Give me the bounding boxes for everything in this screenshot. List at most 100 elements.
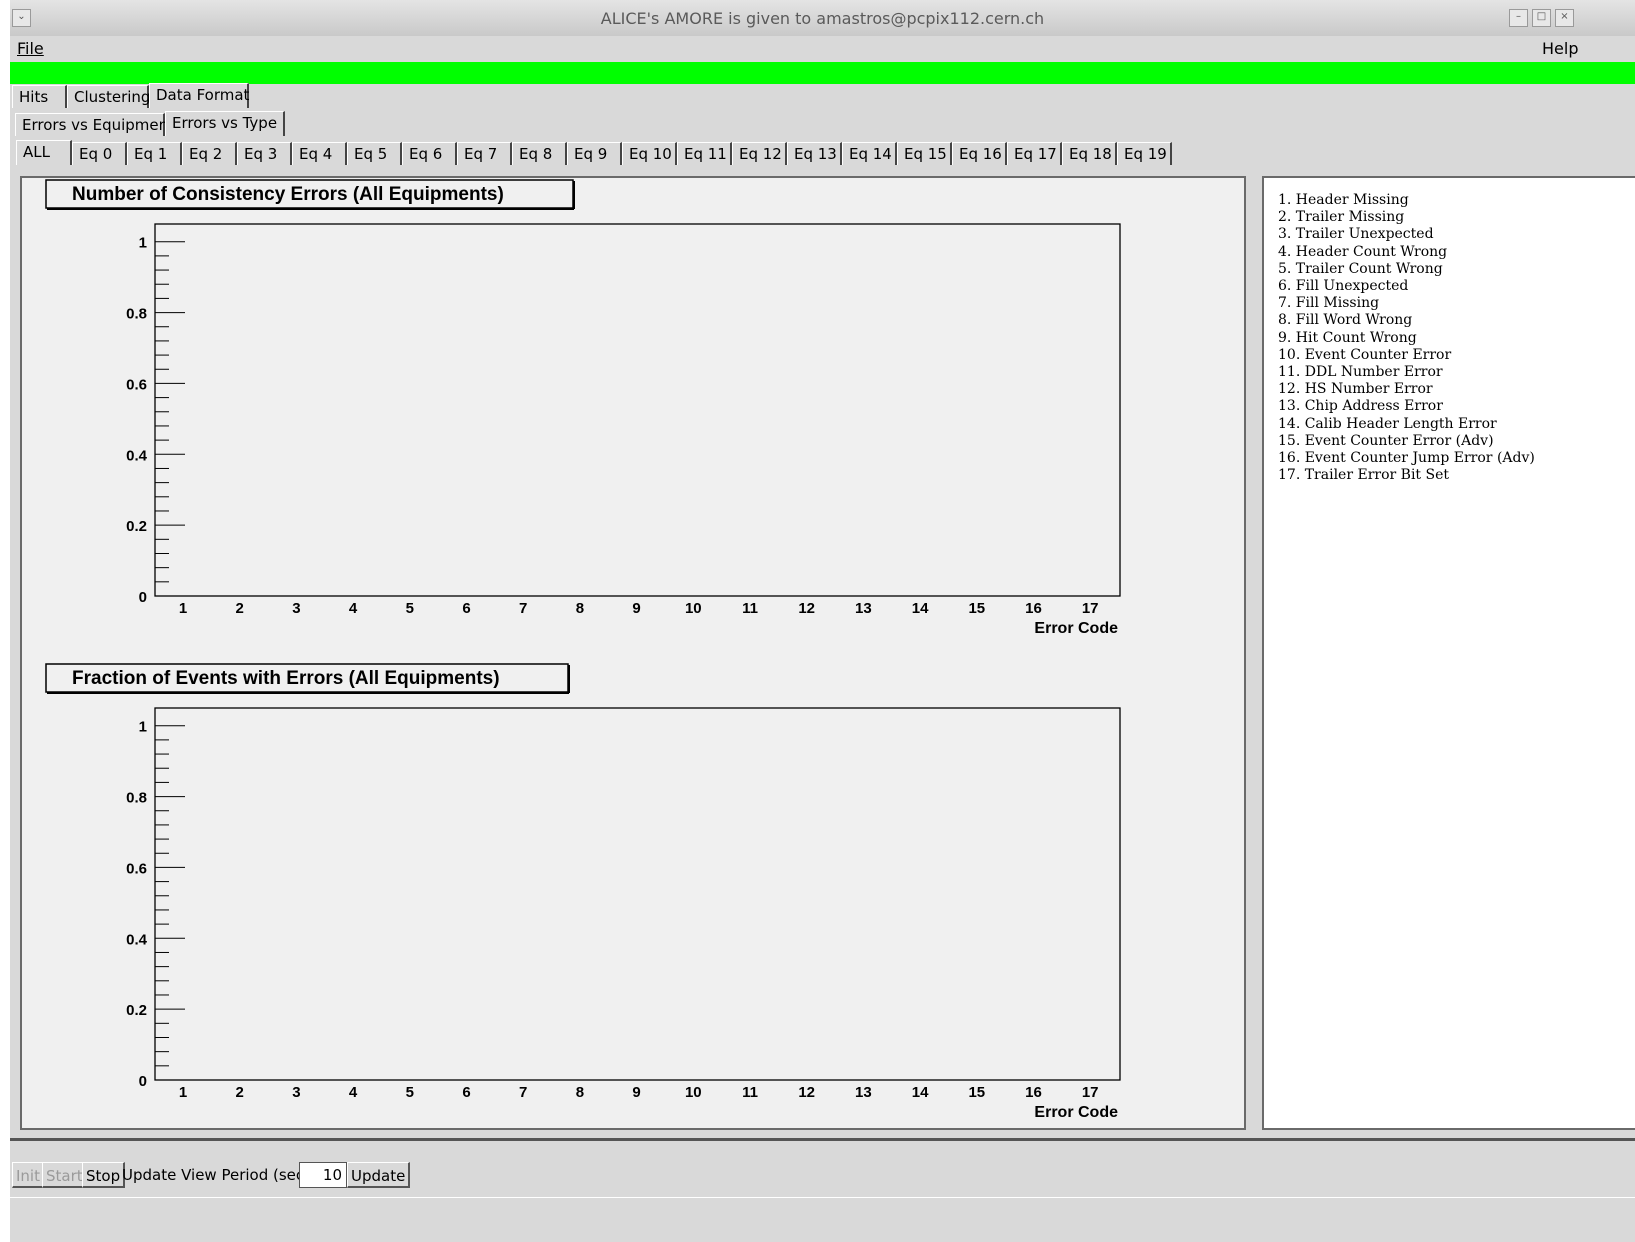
y-tick-label: 0.2 <box>126 518 147 535</box>
y-tick-label: 0.2 <box>126 1002 147 1019</box>
tab-errors-vs-type[interactable]: Errors vs Type <box>165 111 285 136</box>
y-tick-label: 1 <box>139 719 147 736</box>
y-tick-label: 0.4 <box>126 447 148 464</box>
chart-2: Fraction of Events with Errors (All Equi… <box>45 663 1121 1121</box>
x-tick-label: 2 <box>236 1084 244 1101</box>
x-tick-label: 8 <box>576 1084 584 1101</box>
tab-eq-eq-1[interactable]: Eq 1 <box>127 142 182 165</box>
tab-eq-eq-5[interactable]: Eq 5 <box>347 142 402 165</box>
window-title: ALICE's AMORE is given to amastros@pcpix… <box>600 9 1045 28</box>
x-tick-label: 9 <box>632 1084 640 1101</box>
tab-eq-eq-18[interactable]: Eq 18 <box>1062 142 1117 165</box>
x-tick-label: 11 <box>742 1084 758 1101</box>
chart-title: Number of Consistency Errors (All Equipm… <box>72 184 504 205</box>
legend-item: 5. Trailer Count Wrong <box>1278 260 1443 277</box>
tab-eq-eq-17[interactable]: Eq 17 <box>1007 142 1062 165</box>
tab-eq-eq-9[interactable]: Eq 9 <box>567 142 622 165</box>
x-tick-label: 12 <box>798 1084 815 1101</box>
legend-item: 8. Fill Word Wrong <box>1278 312 1413 329</box>
y-tick-label: 1 <box>139 235 147 252</box>
legend-item: 16. Event Counter Jump Error (Adv) <box>1278 450 1535 466</box>
x-tick-label: 13 <box>855 600 872 617</box>
x-tick-label: 6 <box>462 1084 470 1101</box>
maximize-icon[interactable]: □ <box>1532 9 1551 27</box>
legend-item: 6. Fill Unexpected <box>1278 278 1409 294</box>
menu-file[interactable]: File <box>17 39 44 58</box>
plot-frame <box>154 223 1121 597</box>
tab-eq-eq-0[interactable]: Eq 0 <box>72 142 127 165</box>
tab-eq-eq-8[interactable]: Eq 8 <box>512 142 567 165</box>
chart-1: Number of Consistency Errors (All Equipm… <box>45 179 1121 637</box>
legend-item: 4. Header Count Wrong <box>1278 243 1448 260</box>
x-tick-label: 10 <box>685 600 702 617</box>
tab-eq-eq-4[interactable]: Eq 4 <box>292 142 347 165</box>
x-tick-label: 9 <box>632 600 640 617</box>
x-tick-label: 17 <box>1082 600 1099 617</box>
x-tick-label: 4 <box>349 600 358 617</box>
legend-item: 11. DDL Number Error <box>1278 364 1443 380</box>
minimize-icon[interactable]: – <box>1509 9 1528 27</box>
menu-bar: File Help <box>10 36 1635 62</box>
x-tick-label: 14 <box>912 600 929 617</box>
x-tick-label: 14 <box>912 1084 929 1101</box>
tab-clustering[interactable]: Clustering <box>67 85 150 108</box>
update-period-input[interactable]: 10 <box>299 1162 347 1188</box>
update-button[interactable]: Update <box>347 1162 411 1188</box>
x-tick-label: 11 <box>742 600 758 617</box>
tab-eq-eq-16[interactable]: Eq 16 <box>952 142 1007 165</box>
legend-item: 10. Event Counter Error <box>1278 346 1452 363</box>
y-tick-label: 0.8 <box>126 790 147 807</box>
x-tick-label: 7 <box>519 1084 527 1101</box>
tab-eq-eq-10[interactable]: Eq 10 <box>622 142 677 165</box>
x-tick-label: 3 <box>292 600 300 617</box>
x-tick-label: 1 <box>179 1084 187 1101</box>
title-bar: ⌄ ALICE's AMORE is given to amastros@pcp… <box>10 0 1635 37</box>
chart-title: Fraction of Events with Errors (All Equi… <box>72 668 500 689</box>
x-tick-label: 7 <box>519 600 527 617</box>
tab-eq-eq-15[interactable]: Eq 15 <box>897 142 952 165</box>
plots-canvas: Number of Consistency Errors (All Equipm… <box>45 179 1121 1121</box>
tab-eq-all[interactable]: ALL <box>16 140 72 165</box>
y-tick-label: 0.4 <box>126 931 148 948</box>
tab-eq-eq-6[interactable]: Eq 6 <box>402 142 457 165</box>
x-tick-label: 5 <box>406 600 414 617</box>
x-tick-label: 8 <box>576 600 584 617</box>
y-tick-label: 0.6 <box>126 376 147 393</box>
tab-eq-eq-13[interactable]: Eq 13 <box>787 142 842 165</box>
legend-item: 17. Trailer Error Bit Set <box>1278 467 1449 484</box>
tab-data-format[interactable]: Data Format <box>149 83 249 108</box>
legend-item: 14. Calib Header Length Error <box>1278 415 1497 432</box>
x-tick-label: 10 <box>685 1084 702 1101</box>
tab-eq-eq-14[interactable]: Eq 14 <box>842 142 897 165</box>
start-button[interactable]: Start <box>42 1162 88 1188</box>
tab-eq-eq-2[interactable]: Eq 2 <box>182 142 237 165</box>
tab-eq-eq-12[interactable]: Eq 12 <box>732 142 787 165</box>
status-indicator-bar <box>10 62 1635 84</box>
close-icon[interactable]: × <box>1555 9 1574 27</box>
x-tick-label: 6 <box>462 600 470 617</box>
x-axis-label: Error Code <box>1034 620 1118 637</box>
y-tick-label: 0.8 <box>126 306 147 323</box>
menu-help[interactable]: Help <box>1542 39 1578 58</box>
tab-eq-eq-3[interactable]: Eq 3 <box>237 142 292 165</box>
tab-eq-eq-7[interactable]: Eq 7 <box>457 142 512 165</box>
legend-item: 3. Trailer Unexpected <box>1278 226 1434 243</box>
tab-hits[interactable]: Hits <box>12 85 67 108</box>
x-tick-label: 5 <box>406 1084 414 1101</box>
tab-errors-vs-equipment[interactable]: Errors vs Equipment <box>15 113 174 136</box>
x-tick-label: 16 <box>1025 1084 1042 1101</box>
legend-item: 13. Chip Address Error <box>1278 398 1443 415</box>
tab-eq-eq-11[interactable]: Eq 11 <box>677 142 732 165</box>
x-tick-label: 13 <box>855 1084 872 1101</box>
y-tick-label: 0 <box>139 1073 147 1090</box>
legend-item: 12. HS Number Error <box>1278 381 1433 398</box>
x-tick-label: 2 <box>236 600 244 617</box>
init-button[interactable]: Init <box>12 1162 45 1188</box>
x-tick-label: 17 <box>1082 1084 1099 1101</box>
tab-eq-eq-19[interactable]: Eq 19 <box>1117 142 1172 165</box>
legend-item: 1. Header Missing <box>1278 192 1409 208</box>
canvas-panel: Number of Consistency Errors (All Equipm… <box>20 176 1246 1130</box>
application-window: ⌄ ALICE's AMORE is given to amastros@pcp… <box>10 0 1635 1242</box>
x-tick-label: 15 <box>968 600 985 617</box>
stop-button[interactable]: Stop <box>82 1162 126 1188</box>
